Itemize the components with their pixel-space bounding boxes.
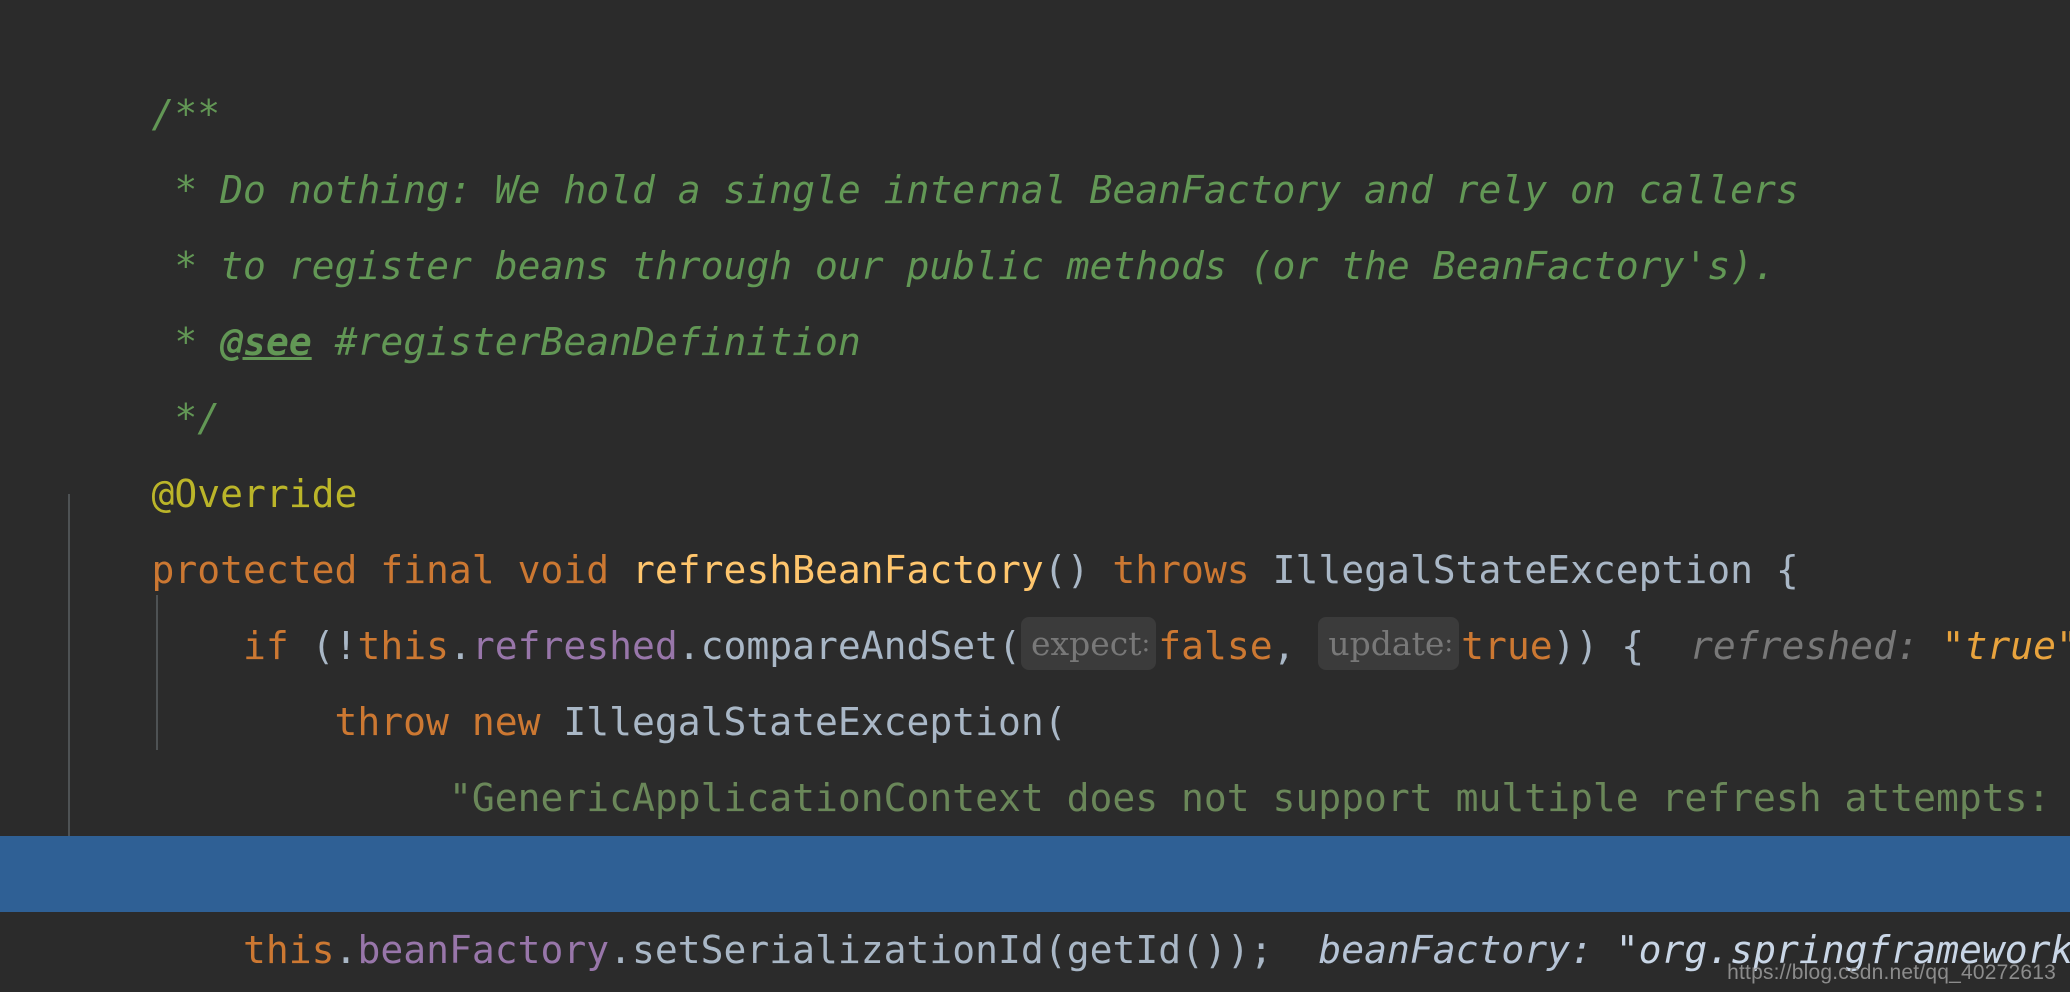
code-editor-viewport[interactable]: /** * Do nothing: We hold a single inter…: [0, 0, 2070, 992]
code-line-comment-see[interactable]: * @see #registerBeanDefinition: [0, 228, 2070, 364]
code-line-throw[interactable]: throw new IllegalStateException(: [0, 608, 2070, 744]
code-line-current-execution[interactable]: this.beanFactory.setSerializationId(getI…: [0, 836, 2070, 972]
code-line-method-signature[interactable]: protected final void refreshBeanFactory(…: [0, 456, 2070, 592]
code-line-comment-open[interactable]: /**: [0, 0, 2070, 136]
watermark-url: https://blog.csdn.net/qq_40272613: [1727, 961, 2056, 984]
code-line-if-compare-and-set[interactable]: if (!this.refreshed.compareAndSet(expect…: [0, 532, 2070, 670]
code-line-comment-close[interactable]: */: [0, 304, 2070, 440]
code-line-string-literal[interactable]: "GenericApplicationContext does not supp…: [0, 684, 2070, 820]
code-line-close-brace-if[interactable]: }: [0, 760, 2070, 896]
code-line-comment-1[interactable]: * Do nothing: We hold a single internal …: [0, 76, 2070, 212]
code-line-comment-2[interactable]: * to register beans through our public m…: [0, 152, 2070, 288]
code-line-annotation[interactable]: @Override: [0, 380, 2070, 516]
